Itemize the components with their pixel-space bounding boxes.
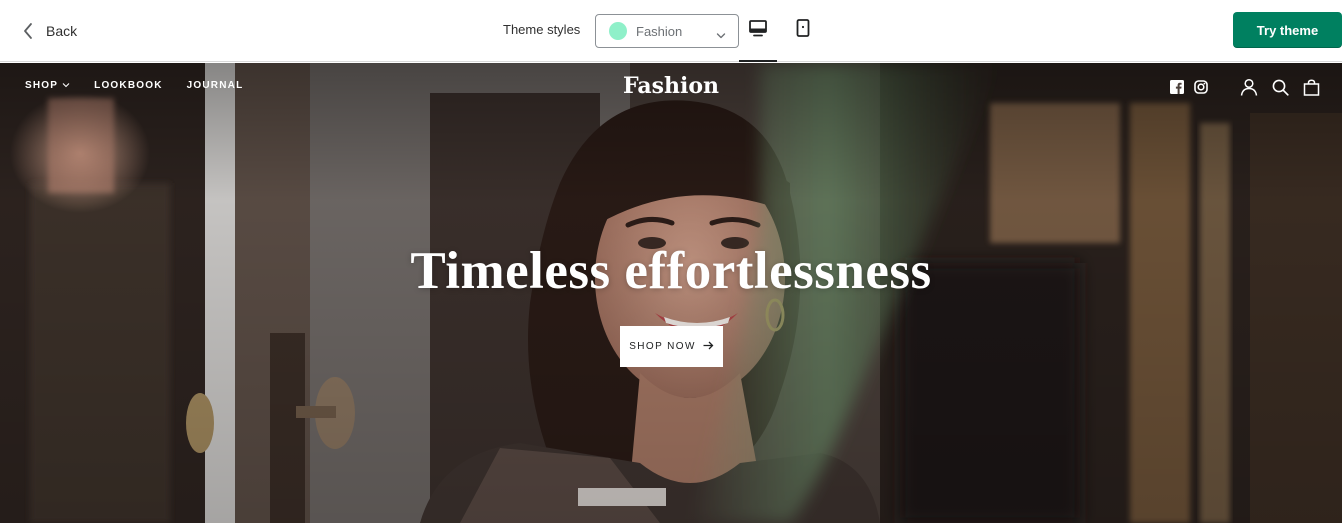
theme-color-swatch bbox=[609, 22, 627, 40]
store-header-icons bbox=[1170, 78, 1320, 96]
store-header: SHOP LOOKBOOK JOURNAL Fashion bbox=[0, 63, 1342, 111]
store-logo[interactable]: Fashion bbox=[0, 73, 1342, 99]
shop-now-label: SHOP NOW bbox=[629, 341, 696, 352]
search-icon[interactable] bbox=[1272, 79, 1289, 96]
mobile-view-button[interactable] bbox=[784, 18, 822, 52]
chevron-down-icon bbox=[716, 27, 726, 45]
chevron-left-icon bbox=[22, 22, 34, 40]
desktop-icon bbox=[748, 18, 768, 43]
mobile-icon bbox=[793, 18, 813, 43]
theme-select-value: Fashion bbox=[636, 23, 683, 39]
theme-style-select[interactable]: Fashion bbox=[595, 14, 739, 48]
theme-preview: SHOP LOOKBOOK JOURNAL Fashion Timeless e… bbox=[0, 63, 1342, 523]
cart-icon[interactable] bbox=[1303, 78, 1320, 96]
back-button[interactable]: Back bbox=[22, 18, 77, 44]
facebook-icon[interactable] bbox=[1170, 80, 1184, 94]
arrow-right-icon bbox=[703, 341, 714, 353]
theme-styles-label: Theme styles bbox=[503, 22, 581, 37]
hero-title: Timeless effortlessness bbox=[410, 242, 932, 300]
preview-toolbar: Back Theme styles Fashion Try theme bbox=[0, 0, 1342, 62]
back-label: Back bbox=[46, 23, 78, 39]
desktop-view-button[interactable] bbox=[739, 18, 777, 62]
try-theme-button[interactable]: Try theme bbox=[1233, 12, 1342, 48]
account-icon[interactable] bbox=[1240, 78, 1258, 96]
instagram-icon[interactable] bbox=[1194, 80, 1208, 94]
shop-now-button[interactable]: SHOP NOW bbox=[620, 326, 723, 367]
